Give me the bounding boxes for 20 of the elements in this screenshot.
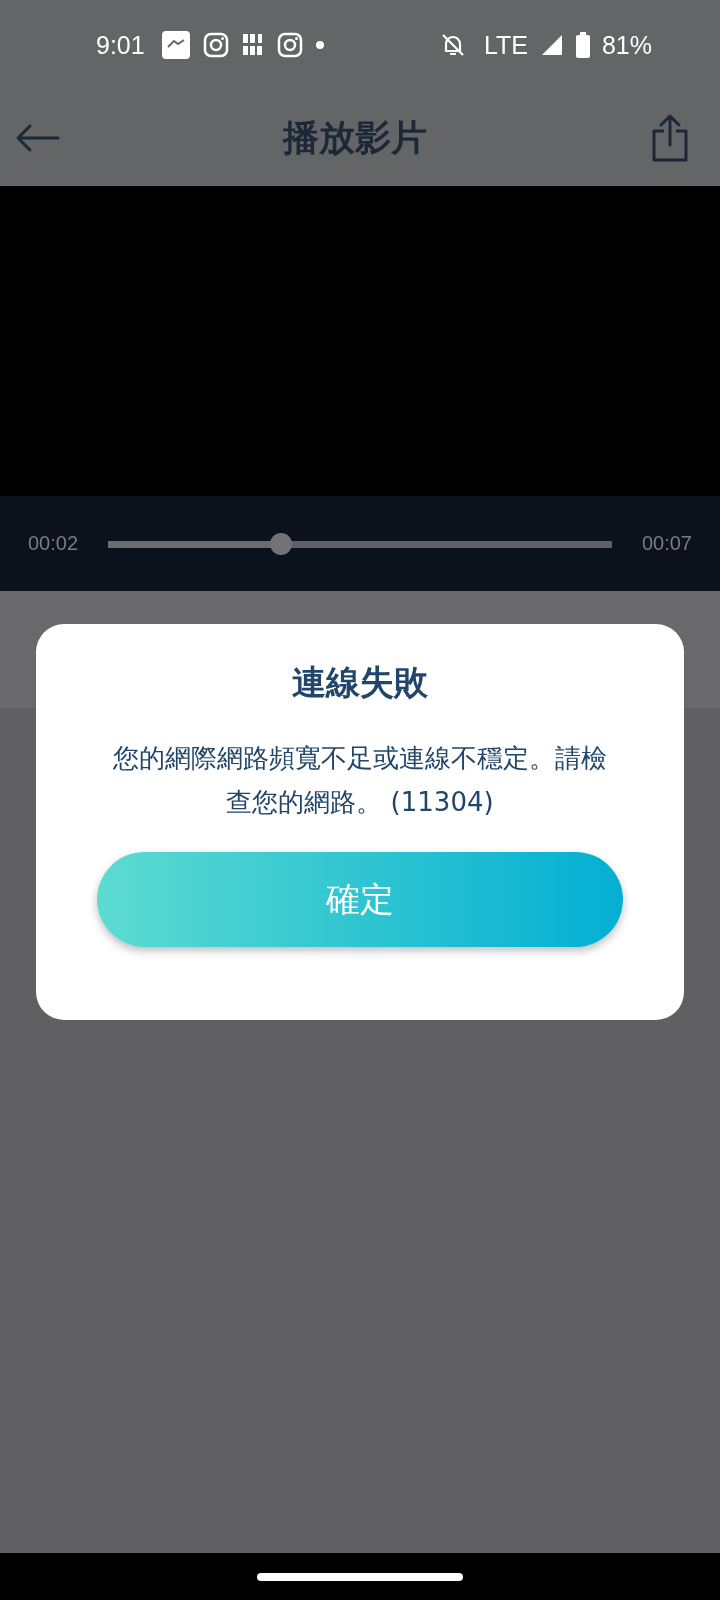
share-icon[interactable] <box>650 113 690 163</box>
battery-icon <box>575 32 590 58</box>
network-label: LTE <box>483 30 528 60</box>
elapsed-time: 00:02 <box>28 532 79 555</box>
confirm-button[interactable]: 確定 <box>97 852 623 947</box>
camera-icon <box>202 32 229 58</box>
dialog-message: 您的網際網路頻寬不足或連線不穩定。請檢查您的網路。 (11304) <box>112 742 608 819</box>
grid-logo-icon <box>240 32 265 58</box>
back-icon[interactable] <box>14 123 60 153</box>
camera-icon <box>276 32 303 58</box>
duration-time: 00:07 <box>641 532 692 555</box>
dialog-title: 連線失敗 <box>292 661 428 704</box>
dot-icon <box>314 40 325 50</box>
status-time: 9:01 <box>96 30 145 60</box>
home-handle[interactable] <box>257 1572 463 1581</box>
page-title: 播放影片 <box>283 115 427 160</box>
bell-off-icon <box>439 32 466 58</box>
seek-handle[interactable] <box>270 532 293 555</box>
app-notification-icon <box>160 30 191 60</box>
battery-percent: 81% <box>601 30 652 60</box>
